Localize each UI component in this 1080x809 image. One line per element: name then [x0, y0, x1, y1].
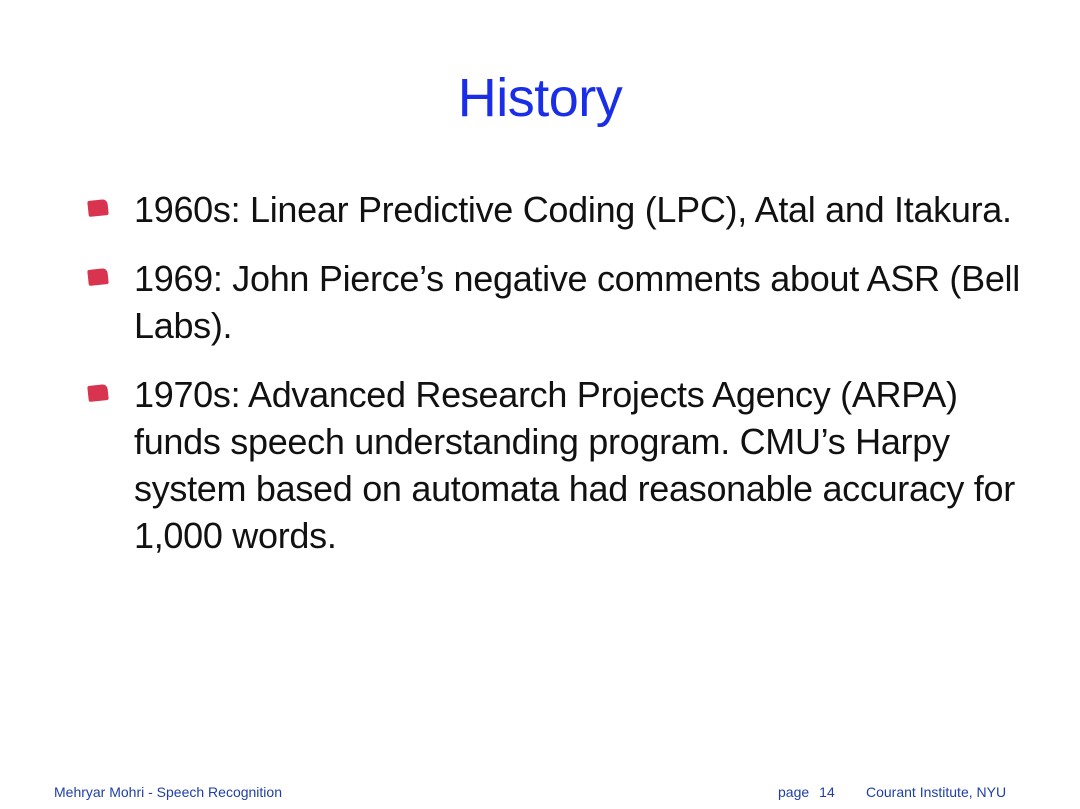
footer-institution: Courant Institute, NYU: [866, 784, 1007, 800]
bullet-item-pierce: 1969: John Pierce’s negative comments ab…: [0, 255, 1080, 349]
bullet-square-icon: [87, 198, 109, 218]
bullet-list: 1960s: Linear Predictive Coding (LPC), A…: [0, 186, 1080, 581]
bullet-square-icon: [87, 267, 109, 287]
bullet-text: 1970s: Advanced Research Projects Agency…: [134, 374, 1015, 556]
slide: History 1960s: Linear Predictive Coding …: [0, 0, 1080, 809]
bullet-square-icon: [87, 383, 109, 403]
bullet-item-arpa: 1970s: Advanced Research Projects Agency…: [0, 371, 1080, 559]
footer-page-label: page: [778, 784, 810, 800]
bullet-text: 1960s: Linear Predictive Coding (LPC), A…: [134, 189, 1012, 230]
slide-footer: Mehryar Mohri - Speech Recognition page 1…: [0, 782, 1080, 802]
bullet-text: 1969: John Pierce’s negative comments ab…: [134, 258, 1020, 346]
footer-author-course: Mehryar Mohri - Speech Recognition: [54, 784, 282, 800]
footer-page-number: 14: [819, 784, 835, 800]
bullet-item-lpc: 1960s: Linear Predictive Coding (LPC), A…: [0, 186, 1080, 233]
footer-page-indicator: page 14: [778, 782, 835, 802]
slide-title: History: [457, 68, 623, 128]
